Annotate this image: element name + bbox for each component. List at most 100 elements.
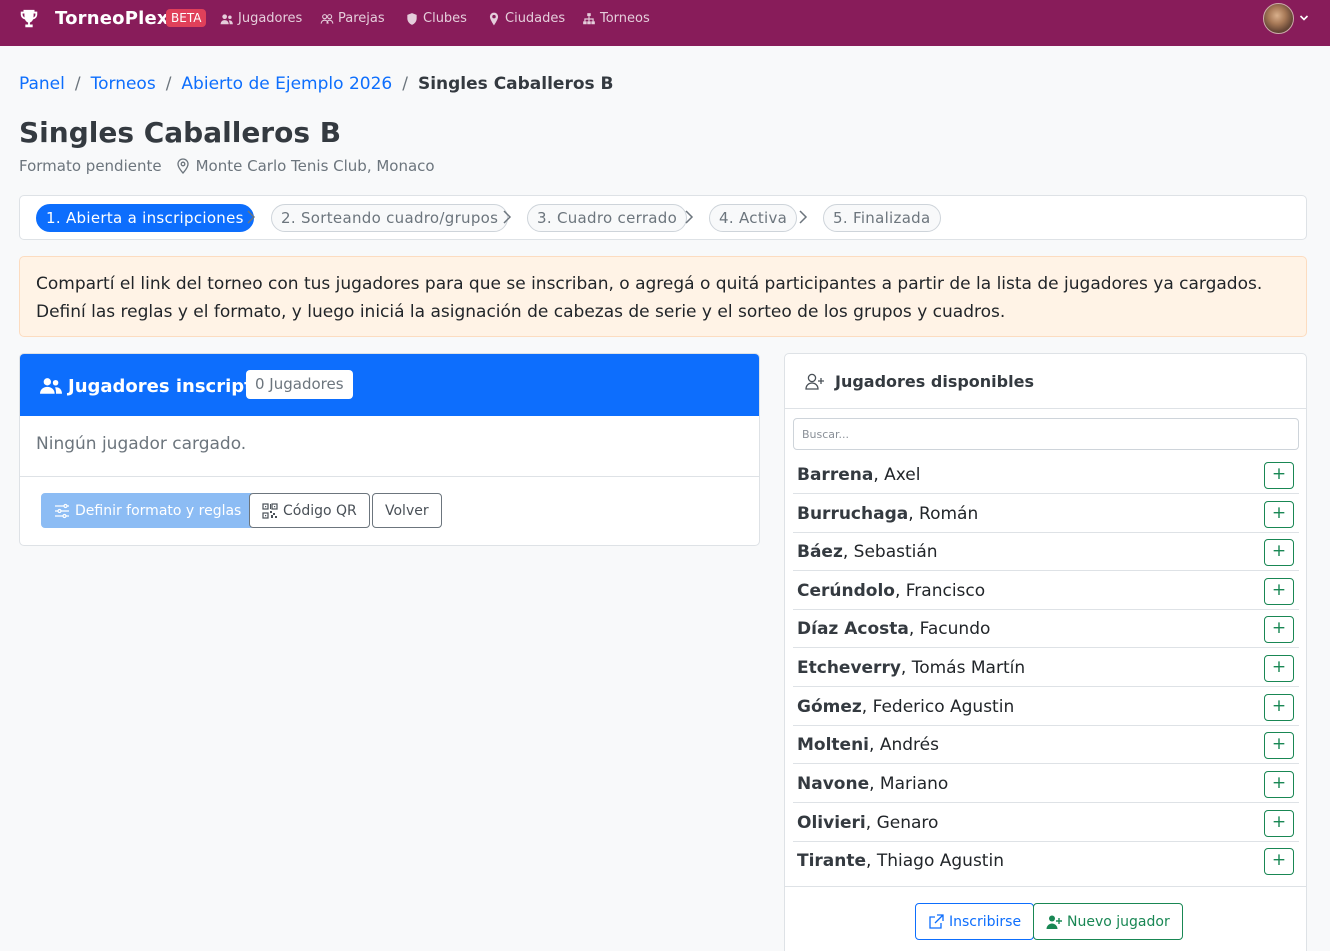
player-row: Etcheverry, Tomás Martín + [793,649,1299,687]
shield-icon [407,12,417,25]
player-first-name: , Román [908,504,979,524]
player-last-name: Báez [797,542,843,562]
registered-players-card: Jugadores inscriptos 0 Jugadores Ningún … [19,353,760,546]
format-status: Formato pendiente [19,157,162,175]
player-last-name: Burruchaga [797,504,909,524]
player-first-name: , Mariano [869,774,949,794]
add-player-button[interactable]: + [1264,655,1294,682]
define-format-label: Definir formato y reglas [75,502,242,519]
player-name: Tirante, Thiago Agustin [797,851,1004,871]
breadcrumb-separator: / [402,74,408,94]
map-pin-icon [489,12,499,25]
player-name: Etcheverry, Tomás Martín [797,658,1025,678]
add-player-button[interactable]: + [1264,694,1294,721]
nav-ciudades[interactable]: Ciudades [487,11,565,26]
empty-players-message: Ningún jugador cargado. [36,434,247,454]
player-name: Navone, Mariano [797,774,948,794]
qr-code-button[interactable]: Código QR [249,493,370,528]
chevron-right-icon [503,210,512,224]
available-players-title: Jugadores disponibles [835,372,1034,391]
new-player-label: Nuevo jugador [1067,913,1170,930]
player-row: Navone, Mariano + [793,765,1299,803]
nav-torneos[interactable]: Torneos [582,11,650,26]
sliders-icon [55,503,69,518]
external-link-icon [929,913,944,929]
player-first-name: , Francisco [894,581,986,601]
users-icon [40,378,62,394]
breadcrumb-separator: / [165,74,172,94]
beta-badge: BETA [166,9,207,27]
top-navbar: TorneoPlex BETA Jugadores Parejas Clubes… [0,0,1330,46]
add-player-button[interactable]: + [1264,810,1294,837]
chevron-right-icon [685,210,694,224]
player-row: Díaz Acosta, Facundo + [793,610,1299,648]
player-last-name: Etcheverry [797,658,901,678]
qr-code-icon [262,502,278,519]
player-name: Barrena, Axel [797,465,920,485]
add-player-button[interactable]: + [1264,732,1294,759]
players-count-badge: 0 Jugadores [246,370,353,399]
add-player-button[interactable]: + [1264,578,1294,605]
player-row: Burruchaga, Román + [793,495,1299,533]
player-name: Burruchaga, Román [797,504,978,524]
player-first-name: , Facundo [908,619,991,639]
user-plus-icon [805,373,824,390]
trophy-icon[interactable] [18,8,40,30]
player-last-name: Gómez [797,697,862,717]
nav-clubes-label: Clubes [423,11,467,26]
player-row: Barrena, Axel + [793,456,1299,494]
breadcrumb-torneos[interactable]: Torneos [91,74,156,94]
users-icon [220,13,233,24]
nav-parejas[interactable]: Parejas [320,11,385,26]
player-name: Gómez, Federico Agustin [797,697,1014,717]
card-divider [20,476,759,477]
define-format-button[interactable]: Definir formato y reglas [41,493,255,528]
nav-parejas-label: Parejas [338,11,385,26]
available-players-header: Jugadores disponibles [785,354,1306,409]
chevron-down-icon[interactable] [1299,13,1309,23]
signup-button[interactable]: Inscribirse [915,903,1035,940]
add-player-button[interactable]: + [1264,501,1294,528]
nav-jugadores[interactable]: Jugadores [220,11,302,26]
step-abierta[interactable]: 1. Abierta a inscripciones [36,204,254,232]
breadcrumb-separator: / [74,74,81,94]
step-cuadro-cerrado[interactable]: 3. Cuadro cerrado [527,204,688,232]
sitemap-icon [583,12,595,24]
step-sorteando[interactable]: 2. Sorteando cuadro/grupos [271,204,509,232]
player-name: Díaz Acosta, Facundo [797,619,990,639]
qr-code-label: Código QR [283,502,357,519]
nav-jugadores-label: Jugadores [238,11,303,26]
step-activa[interactable]: 4. Activa [709,204,798,232]
add-player-button[interactable]: + [1264,616,1294,643]
add-player-button[interactable]: + [1264,848,1294,875]
player-row: Cerúndolo, Francisco + [793,572,1299,610]
chevron-right-icon [247,210,256,224]
user-avatar[interactable] [1263,3,1294,34]
step-finalizada[interactable]: 5. Finalizada [823,204,941,232]
breadcrumb-panel[interactable]: Panel [19,74,65,94]
brand-name[interactable]: TorneoPlex [55,8,169,29]
player-first-name: , Axel [873,465,921,485]
location-text: Monte Carlo Tenis Club, Monaco [195,157,435,175]
nav-ciudades-label: Ciudades [505,11,566,26]
search-input[interactable] [793,418,1299,450]
nav-torneos-label: Torneos [600,11,650,26]
nav-clubes[interactable]: Clubes [405,11,467,26]
add-player-button[interactable]: + [1264,771,1294,798]
breadcrumb-tournament[interactable]: Abierto de Ejemplo 2026 [181,74,392,94]
player-row: Gómez, Federico Agustin + [793,688,1299,726]
breadcrumb-current: Singles Caballeros B [417,74,614,94]
player-name: Cerúndolo, Francisco [797,581,985,601]
add-player-button[interactable]: + [1264,462,1294,489]
chevron-right-icon [799,210,808,224]
back-label: Volver [385,502,429,519]
card-divider [785,886,1306,887]
add-player-button[interactable]: + [1264,539,1294,566]
back-button[interactable]: Volver [372,493,442,528]
player-name: Báez, Sebastián [797,542,938,562]
player-name: Olivieri, Genaro [797,813,938,833]
location-pin-icon [176,158,189,174]
info-alert: Compartí el link del torneo con tus juga… [19,256,1307,337]
player-name: Molteni, Andrés [797,735,939,755]
new-player-button[interactable]: Nuevo jugador [1033,903,1183,940]
